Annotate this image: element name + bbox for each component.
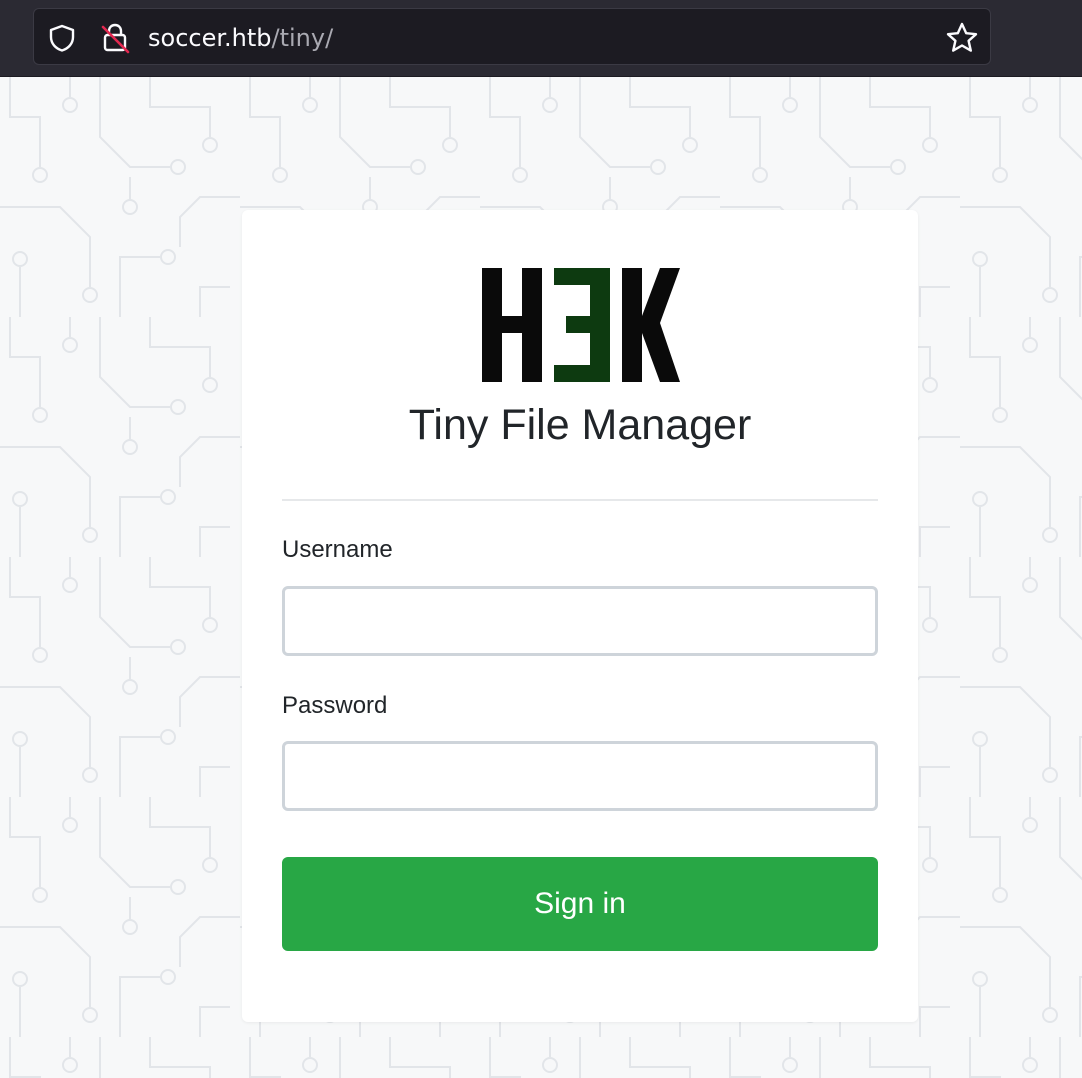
insecure-lock-icon[interactable] — [100, 22, 130, 54]
username-label: Username — [282, 536, 393, 563]
url-host: soccer.htb — [148, 24, 272, 52]
app-title: Tiny File Manager — [408, 401, 752, 449]
password-input[interactable] — [282, 741, 878, 811]
bookmark-star-icon[interactable] — [944, 20, 980, 56]
divider — [282, 499, 878, 501]
password-label: Password — [282, 692, 388, 719]
url-text[interactable]: soccer.htb/tiny/ — [148, 20, 333, 56]
h3k-logo — [482, 268, 680, 382]
sign-in-button[interactable]: Sign in — [282, 857, 878, 951]
url-path: /tiny/ — [271, 24, 334, 52]
login-card: Tiny File Manager Username Password Sign… — [242, 210, 918, 1022]
shield-icon[interactable] — [48, 24, 76, 52]
username-input[interactable] — [282, 586, 878, 656]
browser-toolbar: soccer.htb/tiny/ — [0, 0, 1082, 77]
